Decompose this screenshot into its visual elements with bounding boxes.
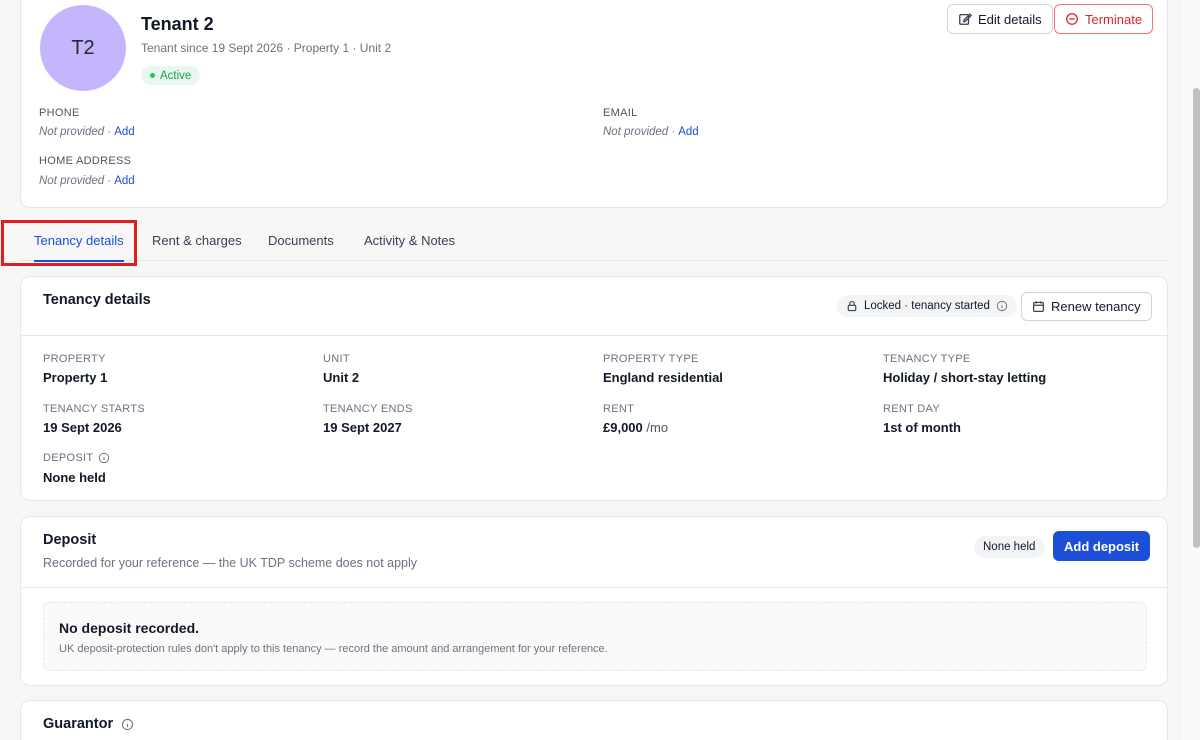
lock-icon <box>846 300 858 312</box>
edit-details-button[interactable]: Edit details <box>947 4 1053 34</box>
tenancy-type-value: Holiday / short-stay letting <box>883 370 1047 385</box>
rent-value: £9,000 /mo <box>603 420 668 435</box>
terminate-label: Terminate <box>1085 11 1143 27</box>
tenancy-type-label: TENANCY TYPE <box>883 353 971 365</box>
deposit-subtitle: Recorded for your reference — the UK TDP… <box>43 556 418 570</box>
phone-label: PHONE <box>39 107 80 119</box>
property-type-value: England residential <box>603 370 723 385</box>
rent-period: /mo <box>646 420 669 435</box>
unit-value: Unit 2 <box>323 370 360 385</box>
calendar-icon <box>1032 300 1045 313</box>
empty-state-subtitle: UK deposit-protection rules don't apply … <box>59 643 608 655</box>
tab-rent-charges[interactable]: Rent & charges <box>152 220 242 261</box>
phone-empty-text: Not provided · <box>39 126 112 138</box>
page-title: Tenant 2 <box>141 14 214 34</box>
info-icon[interactable] <box>121 718 134 731</box>
phone-value: Not provided · Add <box>39 126 135 138</box>
guarantor-heading: Guarantor <box>43 716 134 732</box>
deposit-empty-state: No deposit recorded. UK deposit-protecti… <box>43 602 1147 671</box>
deposit-card: Deposit Recorded for your reference — th… <box>20 516 1168 686</box>
divider <box>21 335 1167 336</box>
tenancy-ends-value: 19 Sept 2027 <box>323 420 402 435</box>
tab-activity-notes[interactable]: Activity & Notes <box>364 220 455 261</box>
rent-day-value: 1st of month <box>883 420 961 435</box>
add-address-link[interactable]: Add <box>114 175 134 187</box>
locked-badge-label: Locked · tenancy started <box>864 300 990 312</box>
tenant-meta: Tenant since 19 Sept 2026 · Property 1 ·… <box>141 41 392 55</box>
property-type-label: PROPERTY TYPE <box>603 353 699 365</box>
deposit-title: Deposit <box>43 532 97 548</box>
avatar: T2 <box>40 5 126 91</box>
rent-label: RENT <box>603 403 635 415</box>
add-deposit-button[interactable]: Add deposit <box>1053 531 1151 561</box>
tenancy-details-title: Tenancy details <box>43 292 151 308</box>
guarantor-title: Guarantor <box>43 716 114 732</box>
email-value: Not provided · Add <box>603 126 699 138</box>
deposit-label: DEPOSIT <box>43 452 110 464</box>
tab-tenancy-details[interactable]: Tenancy details <box>34 220 124 262</box>
scrollbar-thumb[interactable] <box>1193 88 1200 548</box>
guarantor-card: Guarantor <box>20 700 1168 740</box>
unit-label: UNIT <box>323 353 350 365</box>
renew-tenancy-button[interactable]: Renew tenancy <box>1021 292 1152 321</box>
add-email-link[interactable]: Add <box>678 126 698 138</box>
terminate-button[interactable]: Terminate <box>1054 4 1154 34</box>
property-value: Property 1 <box>43 370 108 385</box>
deposit-status-badge: None held <box>974 536 1045 558</box>
tenancy-starts-value: 19 Sept 2026 <box>43 420 122 435</box>
edit-details-label: Edit details <box>978 11 1042 27</box>
locked-badge: Locked · tenancy started <box>837 295 1017 317</box>
status-badge-label: Active <box>160 69 192 82</box>
deposit-value: None held <box>43 470 106 485</box>
tenancy-ends-label: TENANCY ENDS <box>323 403 413 415</box>
status-badge: Active <box>141 66 201 85</box>
tenancy-details-card: Tenancy details Locked · tenancy started… <box>20 276 1168 501</box>
info-icon[interactable] <box>98 452 110 464</box>
add-phone-link[interactable]: Add <box>114 126 134 138</box>
minus-circle-icon <box>1065 12 1079 26</box>
tenant-header-card: T2 Tenant 2 Tenant since 19 Sept 2026 · … <box>20 0 1168 208</box>
home-address-value: Not provided · Add <box>39 175 135 187</box>
email-label: EMAIL <box>603 107 638 119</box>
home-address-label: HOME ADDRESS <box>39 155 132 167</box>
property-label: PROPERTY <box>43 353 106 365</box>
deposit-label-text: DEPOSIT <box>43 452 94 464</box>
avatar-initials: T2 <box>71 36 95 59</box>
info-icon[interactable] <box>996 300 1008 312</box>
rent-day-label: RENT DAY <box>883 403 941 415</box>
renew-tenancy-label: Renew tenancy <box>1051 299 1141 314</box>
empty-state-title: No deposit recorded. <box>59 620 200 636</box>
address-empty-text: Not provided · <box>39 175 112 187</box>
status-dot-icon <box>150 73 155 78</box>
tenancy-starts-label: TENANCY STARTS <box>43 403 145 415</box>
divider <box>21 587 1167 588</box>
tab-bar: Tenancy details Rent & charges Documents… <box>20 220 1168 262</box>
tab-documents[interactable]: Documents <box>268 220 334 261</box>
email-empty-text: Not provided · <box>603 126 676 138</box>
rent-amount: £9,000 <box>603 420 643 435</box>
edit-icon <box>958 12 972 26</box>
